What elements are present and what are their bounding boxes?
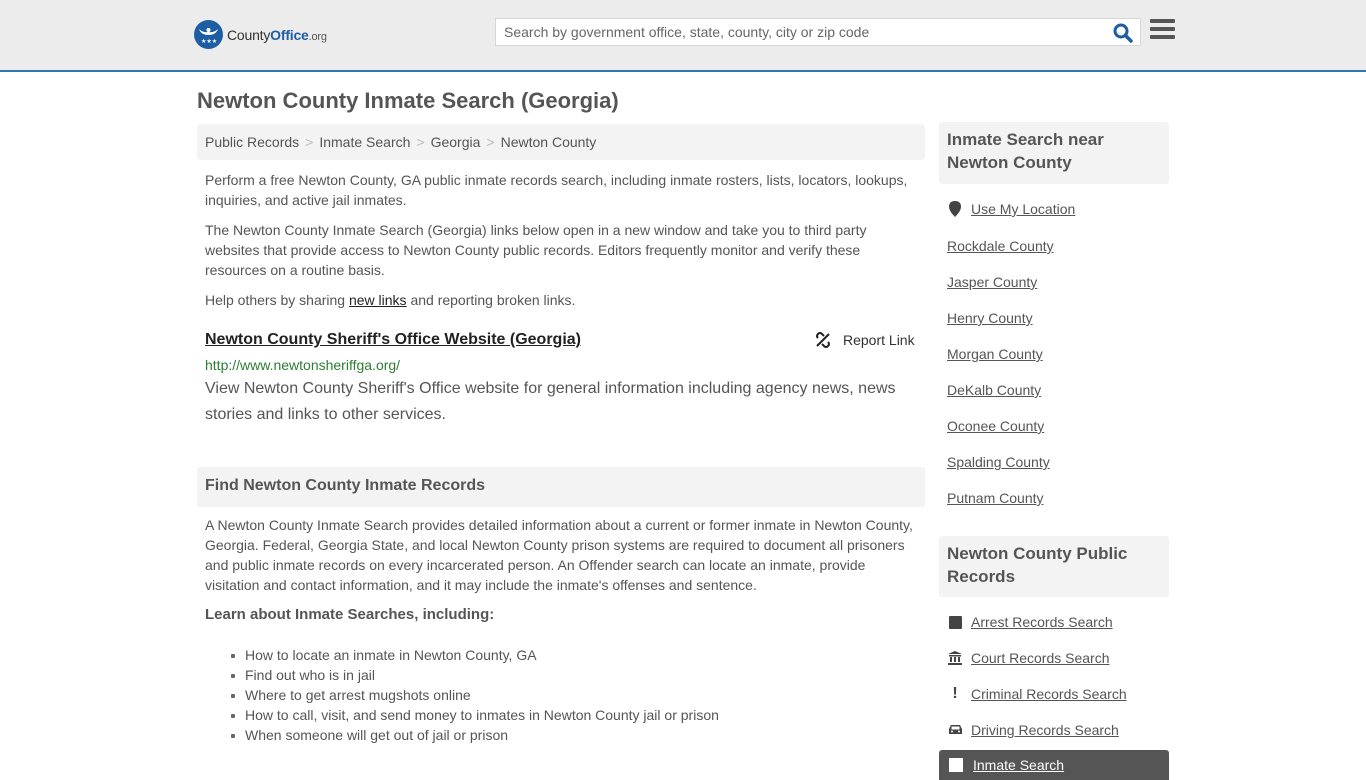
map-pin-icon: [947, 201, 963, 217]
menu-bar-icon: [1150, 35, 1175, 39]
nearby-morgan-county[interactable]: Morgan County: [947, 346, 1043, 362]
list-item: How to call, visit, and send money to in…: [231, 707, 719, 723]
sidebar-item-criminal-records[interactable]: ! Criminal Records Search: [947, 685, 1126, 702]
result-url: http://www.newtonsheriffga.org/: [205, 357, 401, 373]
svg-text:★★★: ★★★: [201, 38, 217, 45]
nearby-jasper-county[interactable]: Jasper County: [947, 274, 1037, 290]
find-records-body: A Newton County Inmate Search provides d…: [205, 517, 913, 593]
sidebar-item-arrest-records[interactable]: Arrest Records Search: [947, 614, 1113, 630]
report-link-button[interactable]: Report Link: [815, 332, 915, 348]
list-item: Where to get arrest mugshots online: [231, 685, 719, 705]
broken-link-icon: [816, 332, 830, 348]
inmate-icon: [949, 758, 963, 772]
intro-paragraph-3: Help others by sharing new links and rep…: [205, 292, 576, 308]
sidebar-item-court-records[interactable]: Court Records Search: [947, 650, 1110, 666]
logo-wordmark: CountyOffice.org: [227, 26, 327, 43]
nearby-rockdale-county[interactable]: Rockdale County: [947, 238, 1054, 254]
exclamation-icon: !: [952, 685, 958, 702]
nearby-heading: Inmate Search near Newton County: [939, 122, 1169, 184]
site-header: ★★★ CountyOffice.org: [0, 0, 1366, 72]
page-title: Newton County Inmate Search (Georgia): [197, 88, 619, 113]
courthouse-icon: [947, 650, 963, 666]
search-button[interactable]: [1112, 22, 1134, 44]
use-my-location-link[interactable]: Use My Location: [947, 201, 1075, 217]
sidebar-item-driving-records[interactable]: Driving Records Search: [947, 722, 1119, 738]
search-icon: [1113, 23, 1133, 43]
breadcrumb-public-records[interactable]: Public Records: [205, 134, 299, 150]
public-records-heading: Newton County Public Records: [939, 536, 1169, 597]
breadcrumb-separator: >: [305, 134, 314, 150]
search-input[interactable]: [496, 19, 1106, 45]
intro-paragraph-1: Perform a free Newton County, GA public …: [205, 172, 908, 208]
result-title-link[interactable]: Newton County Sheriff's Office Website (…: [205, 331, 581, 349]
list-item: Find out who is in jail: [231, 665, 719, 685]
sidebar-item-inmate-search[interactable]: Inmate Search: [939, 750, 1169, 780]
find-records-heading: Find Newton County Inmate Records: [197, 467, 925, 507]
nearby-putnam-county[interactable]: Putnam County: [947, 490, 1044, 506]
nearby-oconee-county[interactable]: Oconee County: [947, 418, 1044, 434]
breadcrumb: Public Records > Inmate Search > Georgia > New…: [197, 124, 925, 160]
search-bar: [495, 18, 1141, 46]
learn-heading: Learn about Inmate Searches, including:: [205, 606, 495, 623]
nearby-spalding-county[interactable]: Spalding County: [947, 454, 1050, 470]
breadcrumb-georgia[interactable]: Georgia: [431, 134, 481, 150]
list-item: When someone will get out of jail or pri…: [231, 725, 719, 745]
eagle-logo-icon: ★★★: [194, 20, 223, 49]
car-icon: [947, 722, 963, 738]
new-links-link[interactable]: new links: [349, 292, 407, 308]
intro-paragraph-2: The Newton County Inmate Search (Georgia…: [205, 222, 867, 278]
menu-bar-icon: [1150, 27, 1175, 31]
list-item: How to locate an inmate in Newton County…: [231, 645, 719, 665]
result-description: View Newton County Sheriff's Office webs…: [205, 380, 896, 423]
breadcrumb-separator: >: [486, 134, 495, 150]
breadcrumb-newton-county[interactable]: Newton County: [501, 134, 597, 150]
nearby-dekalb-county[interactable]: DeKalb County: [947, 382, 1041, 398]
breadcrumb-inmate-search[interactable]: Inmate Search: [319, 134, 410, 150]
breadcrumb-separator: >: [416, 134, 425, 150]
site-logo[interactable]: ★★★ CountyOffice.org: [194, 20, 327, 49]
hamburger-menu-button[interactable]: [1150, 19, 1175, 41]
square-icon: [947, 614, 963, 630]
menu-bar-icon: [1150, 19, 1175, 23]
nearby-henry-county[interactable]: Henry County: [947, 310, 1033, 326]
learn-list: How to locate an inmate in Newton County…: [231, 645, 719, 745]
report-link-label: Report Link: [843, 332, 915, 348]
